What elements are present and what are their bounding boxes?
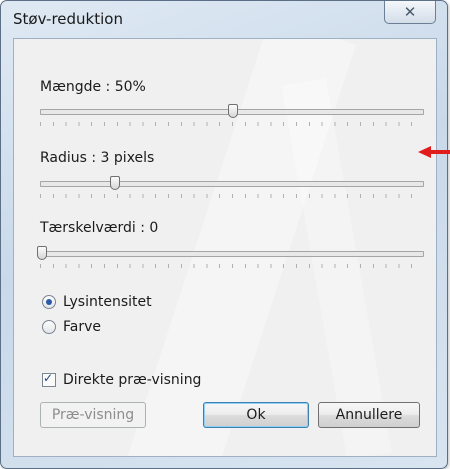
live-preview-checkbox[interactable]: Direkte præ-visning xyxy=(42,371,202,388)
radio-luminance-button[interactable] xyxy=(42,295,56,309)
radius-slider-ticks xyxy=(40,194,424,198)
dust-reduction-dialog: Støv-reduktion ✕ Mængde : 50% Radius : 3… xyxy=(0,0,448,469)
radio-color[interactable]: Farve xyxy=(42,319,101,335)
close-button[interactable]: ✕ xyxy=(384,1,436,24)
close-icon: ✕ xyxy=(403,3,417,21)
threshold-slider-ticks xyxy=(40,264,424,268)
radio-luminance[interactable]: Lysintensitet xyxy=(42,294,152,310)
radius-slider[interactable] xyxy=(40,173,424,203)
cancel-button[interactable]: Annullere xyxy=(318,402,420,428)
red-arrow-icon xyxy=(418,146,450,158)
dialog-title: Støv-reduktion xyxy=(13,10,123,28)
radius-label: Radius : 3 pixels xyxy=(40,150,155,166)
amount-slider-thumb[interactable] xyxy=(228,104,238,118)
red-arrow-shape xyxy=(418,146,450,158)
radius-slider-thumb[interactable] xyxy=(109,176,120,190)
amount-label: Mængde : 50% xyxy=(40,79,146,95)
ok-button[interactable]: Ok xyxy=(203,402,309,428)
radio-color-button[interactable] xyxy=(42,320,56,334)
dialog-content: Mængde : 50% Radius : 3 pixels Tærskelvæ… xyxy=(13,38,437,457)
title-bar[interactable]: Støv-reduktion ✕ xyxy=(1,1,447,37)
amount-slider[interactable] xyxy=(40,101,424,131)
live-preview-checkbox-box[interactable] xyxy=(42,371,56,387)
amount-slider-ticks xyxy=(40,122,424,126)
threshold-label: Tærskelværdi : 0 xyxy=(40,220,159,236)
radius-slider-track[interactable] xyxy=(40,181,424,187)
threshold-slider[interactable] xyxy=(37,243,424,273)
preview-button[interactable]: Præ-visning xyxy=(40,402,146,428)
threshold-slider-thumb[interactable] xyxy=(37,246,47,260)
threshold-slider-track[interactable] xyxy=(40,251,424,257)
radio-luminance-label: Lysintensitet xyxy=(63,294,152,310)
live-preview-label: Direkte præ-visning xyxy=(63,372,202,388)
radio-color-label: Farve xyxy=(63,319,102,335)
